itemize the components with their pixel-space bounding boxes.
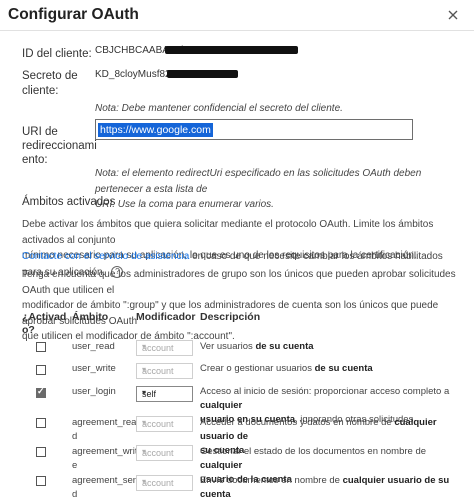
client-secret-value: KD_8cloyMusf82: [95, 69, 171, 80]
chevron-down-icon: ▾: [142, 477, 147, 486]
close-icon[interactable]: [446, 8, 460, 22]
description-bold: cualquier: [200, 460, 243, 471]
oauth-dialog: Configurar OAuth ID del cliente: CBJCHBC…: [0, 0, 474, 500]
client-secret-redaction: [167, 70, 238, 78]
modifier-select[interactable]: account ▾: [136, 475, 193, 491]
modifier-select[interactable]: account ▾: [136, 416, 193, 432]
support-link[interactable]: Contacte con el servicio de asistencia: [22, 251, 189, 262]
scope-name-line2: d: [72, 431, 78, 442]
scope-description: Ver usuarios de su cuenta: [200, 340, 462, 354]
description-text: Gestionar el estado de los documentos en…: [200, 446, 427, 457]
modifier-select[interactable]: self ▾: [136, 386, 193, 402]
client-secret-label-line2: cliente:: [22, 85, 59, 97]
col-modifier-header: Modificador: [136, 311, 196, 323]
scope-name: agreement_sen d: [72, 474, 138, 502]
redirect-uri-input[interactable]: https://www.google.com: [95, 119, 413, 140]
scope-checkbox[interactable]: [36, 476, 46, 486]
scope-checkbox[interactable]: [36, 418, 46, 428]
client-id-label: ID del cliente:: [22, 48, 92, 60]
chevron-down-icon: ▾: [142, 447, 147, 456]
dialog-title: Configurar OAuth: [8, 6, 139, 23]
modifier-select[interactable]: account ▾: [136, 340, 193, 356]
uri-label-line3: ento:: [22, 154, 48, 166]
scope-name-line1: agreement_writ: [72, 446, 138, 457]
scope-description: Envíe documentos en nombre de cualquier …: [200, 474, 462, 502]
title-divider: [0, 30, 474, 31]
scope-name: user_write: [72, 363, 116, 374]
uri-note-line2: URI. Use la coma para enumerar varios.: [95, 199, 274, 210]
col-description-header: Descripción: [200, 311, 261, 323]
chevron-down-icon: ▾: [142, 342, 147, 351]
scope-name: agreement_read: [72, 416, 136, 444]
admin-note: Tenga en cuenta que los administradores …: [22, 267, 462, 345]
chevron-down-icon: ▾: [142, 365, 147, 374]
col-active-header-line2: o?: [22, 324, 35, 336]
uri-note-line1: Nota: el elemento redirectUri especifica…: [95, 168, 422, 195]
scope-name-line1: agreement_rea: [72, 417, 137, 428]
scope-name: user_read: [72, 341, 115, 352]
modifier-select[interactable]: account ▾: [136, 363, 193, 379]
description-text: Acceso al inicio de sesión: proporcionar…: [200, 386, 450, 397]
scope-checkbox-checked[interactable]: [36, 386, 46, 398]
scope-checkbox[interactable]: [36, 342, 46, 352]
client-id-redaction: [165, 46, 298, 54]
scope-name-line1: agreement_sen: [72, 475, 139, 486]
description-text: Ver usuarios: [200, 341, 256, 352]
modifier-select[interactable]: account ▾: [136, 445, 193, 461]
col-active-header-line1: ¿Activad: [22, 311, 67, 323]
scope-checkbox[interactable]: [36, 365, 46, 375]
description-text: Envíe documentos en nombre de: [200, 475, 343, 486]
uri-note: Nota: el elemento redirectUri especifica…: [95, 166, 465, 213]
scope-checkbox[interactable]: [36, 447, 46, 457]
scope-name-line2: e: [72, 460, 78, 471]
chevron-down-icon: ▾: [142, 418, 147, 427]
admin-note-line1: Tenga en cuenta que los administradores …: [22, 269, 456, 296]
description-bold: de su cuenta: [314, 363, 373, 374]
scope-name: agreement_write: [72, 445, 137, 473]
redirect-uri-value: https://www.google.com: [98, 123, 213, 137]
scope-description: Crear o gestionar usuarios de su cuenta: [200, 362, 462, 376]
description-text: Crear o gestionar usuarios: [200, 363, 315, 374]
secret-note: Nota: Debe mantener confidencial el secr…: [95, 103, 343, 114]
col-scope-header: Ámbito: [72, 311, 109, 323]
scopes-description-line1: Debe activar los ámbitos que quiera soli…: [22, 219, 434, 246]
chevron-down-icon: ▾: [142, 388, 147, 397]
scopes-section-title: Ámbitos activados: [22, 196, 116, 208]
scope-name: user_login: [72, 386, 116, 397]
description-bold: cualquier: [200, 400, 243, 411]
description-text: Acceder a documentos y datos en nombre d…: [200, 417, 395, 428]
description-bold: de su cuenta: [255, 341, 314, 352]
